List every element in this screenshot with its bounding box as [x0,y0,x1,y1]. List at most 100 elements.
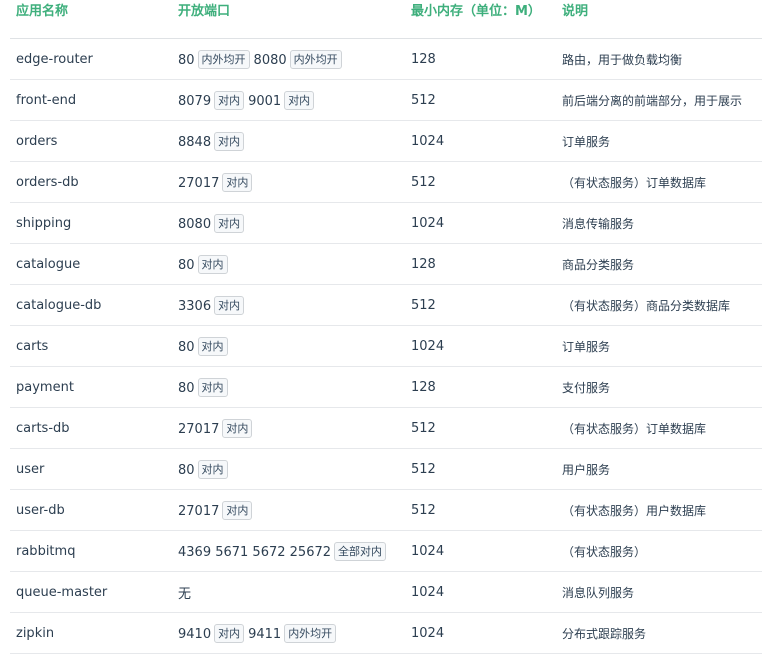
cell-description: 商品分类服务 [556,243,762,285]
cell-min-memory: 512 [405,407,556,449]
cell-app-name: carts [10,325,172,367]
services-table-container: 应用名称 开放端口 最小内存（单位：M） 说明 edge-router 80 内外均… [0,0,770,664]
cell-app-name: front-end [10,79,172,121]
port-scope-badge: 对内 [197,377,228,397]
port-number: 27017 [178,503,220,519]
table-row: catalogue 80 对内 128 商品分类服务 [10,243,762,285]
cell-open-ports: 4369 5671 5672 25672 全部对内 [172,530,405,572]
port-number: 8079 [178,93,212,109]
cell-description: （有状态服务）用户数据库 [556,489,762,531]
cell-app-name: user [10,448,172,490]
table-row: catalogue-db 3306 对内 512 （有状态服务）商品分类数据库 [10,284,762,326]
cell-min-memory: 512 [405,489,556,531]
cell-app-name: catalogue [10,243,172,285]
cell-min-memory: 1024 [405,571,556,613]
cell-description: 用户服务 [556,448,762,490]
port-scope-badge: 对内 [214,131,245,151]
cell-app-name: queue-master [10,571,172,613]
port-scope-badge: 对内 [197,336,228,356]
port-scope-badge: 全部对内 [334,541,387,561]
port-scope-badge: 对内 [222,500,253,520]
cell-open-ports: 8848 对内 [172,120,405,162]
port-number: 80 [178,462,195,478]
header-min-memory: 最小内存（单位：M） [405,0,556,39]
cell-open-ports: 8080 对内 [172,202,405,244]
table-row: zipkin 9410 对内 9411 内外均开 1024 分布式跟踪服务 [10,612,762,654]
cell-open-ports: 27017 对内 [172,407,405,449]
port-number: 8848 [178,134,212,150]
port-number: 9410 [178,626,212,642]
cell-description: 消息传输服务 [556,202,762,244]
cell-min-memory: 128 [405,366,556,408]
port-number: 80 [178,339,195,355]
cell-open-ports: 无 [172,571,405,613]
cell-app-name: catalogue-db [10,284,172,326]
table-row: carts-db 27017 对内 512 （有状态服务）订单数据库 [10,407,762,449]
port-scope-badge: 对内 [197,459,228,479]
cell-description: 路由，用于做负载均衡 [556,38,762,80]
cell-app-name: payment [10,366,172,408]
port-number: 80 [178,52,195,68]
table-row: orders-db 27017 对内 512 （有状态服务）订单数据库 [10,161,762,203]
table-row: shipping 8080 对内 1024 消息传输服务 [10,202,762,244]
cell-description: 前后端分离的前端部分，用于展示 [556,79,762,121]
port-scope-badge: 对内 [284,90,315,110]
cell-description: 分布式跟踪服务 [556,612,762,654]
port-scope-badge: 对内 [214,213,245,233]
port-number: 4369 5671 5672 25672 [178,544,332,560]
port-number: 80 [178,380,195,396]
port-number: 27017 [178,175,220,191]
table-row: rabbitmq 4369 5671 5672 25672 全部对内 1024 （有状态… [10,530,762,572]
cell-min-memory: 128 [405,243,556,285]
cell-open-ports: 27017 对内 [172,489,405,531]
table-row: orders 8848 对内 1024 订单服务 [10,120,762,162]
cell-description: 订单服务 [556,325,762,367]
cell-min-memory: 1024 [405,612,556,654]
cell-description: （有状态服务） [556,530,762,572]
port-scope-badge: 内外均开 [197,49,250,69]
cell-app-name: rabbitmq [10,530,172,572]
table-header: 应用名称 开放端口 最小内存（单位：M） 说明 [10,0,762,39]
cell-min-memory: 1024 [405,325,556,367]
cell-min-memory: 512 [405,161,556,203]
cell-open-ports: 9410 对内 9411 内外均开 [172,612,405,654]
cell-app-name: orders [10,120,172,162]
header-description: 说明 [556,0,762,39]
header-app-name: 应用名称 [10,0,172,39]
table-body: edge-router 80 内外均开 8080 内外均开 128 路由，用于做负载均衡 fr… [10,38,762,654]
cell-open-ports: 3306 对内 [172,284,405,326]
port-scope-badge: 内外均开 [284,623,337,643]
cell-app-name: edge-router [10,38,172,80]
cell-app-name: shipping [10,202,172,244]
cell-description: 订单服务 [556,120,762,162]
cell-open-ports: 8079 对内 9001 对内 [172,79,405,121]
port-number: 8080 [253,52,287,68]
port-scope-badge: 对内 [214,623,245,643]
cell-min-memory: 1024 [405,120,556,162]
port-number: 27017 [178,421,220,437]
table-row: user 80 对内 512 用户服务 [10,448,762,490]
cell-description: （有状态服务）商品分类数据库 [556,284,762,326]
cell-open-ports: 80 对内 [172,366,405,408]
cell-min-memory: 1024 [405,202,556,244]
cell-app-name: orders-db [10,161,172,203]
cell-open-ports: 80 内外均开 8080 内外均开 [172,38,405,80]
port-number: 3306 [178,298,212,314]
cell-app-name: user-db [10,489,172,531]
table-row: payment 80 对内 128 支付服务 [10,366,762,408]
cell-open-ports: 80 对内 [172,243,405,285]
port-scope-badge: 对内 [214,90,245,110]
port-number: 8080 [178,216,212,232]
services-table: 应用名称 开放端口 最小内存（单位：M） 说明 edge-router 80 内外均… [10,0,762,654]
cell-description: （有状态服务）订单数据库 [556,161,762,203]
table-row: front-end 8079 对内 9001 对内 512 前后端分离的前端部分，用于展示 [10,79,762,121]
port-scope-badge: 对内 [197,254,228,274]
cell-open-ports: 80 对内 [172,325,405,367]
cell-description: 消息队列服务 [556,571,762,613]
cell-min-memory: 1024 [405,530,556,572]
table-row: edge-router 80 内外均开 8080 内外均开 128 路由，用于做负载均衡 [10,38,762,80]
cell-description: 支付服务 [556,366,762,408]
table-row: user-db 27017 对内 512 （有状态服务）用户数据库 [10,489,762,531]
table-row: queue-master 无 1024 消息队列服务 [10,571,762,613]
cell-min-memory: 128 [405,38,556,80]
